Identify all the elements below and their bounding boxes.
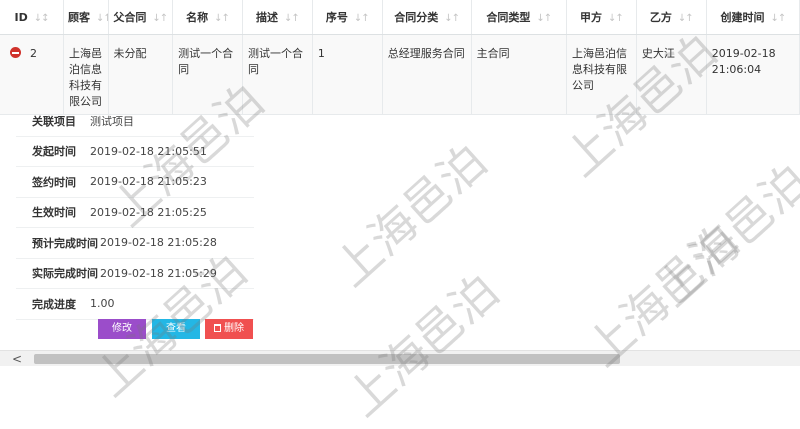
sort-icon[interactable]: ↓↑: [608, 13, 624, 24]
detail-row-initiated: 发起时间 2019-02-18 21:05:51: [16, 137, 254, 167]
detail-row-planned-finish: 预计完成时间 2019-02-18 21:05:28: [16, 228, 254, 259]
view-button[interactable]: 查看: [152, 319, 200, 339]
sort-icon[interactable]: ↓↑: [214, 13, 230, 24]
detail-value: 2019-02-18 21:05:25: [90, 205, 207, 219]
detail-row-progress: 完成进度 1.00: [16, 289, 254, 320]
column-header-description[interactable]: 描述 ↓↑: [242, 0, 313, 35]
delete-button[interactable]: 删除: [205, 319, 253, 339]
watermark: 上海邑泊: [336, 263, 509, 427]
edit-button[interactable]: 修改: [98, 319, 146, 339]
detail-value: 2019-02-18 21:05:28: [100, 236, 217, 250]
cell-party-b: 史大江: [636, 34, 707, 115]
detail-value: 2019-02-18 21:05:51: [90, 144, 207, 158]
detail-row-actual-finish: 实际完成时间 2019-02-18 21:05:29: [16, 259, 254, 289]
detail-row-signed: 签约时间 2019-02-18 21:05:23: [16, 167, 254, 198]
cell-category: 总经理服务合同: [382, 34, 472, 115]
row-detail-panel: 关联项目 测试项目 发起时间 2019-02-18 21:05:51 签约时间 …: [16, 106, 254, 320]
sort-icon[interactable]: ↓↕: [34, 13, 50, 24]
detail-label: 生效时间: [32, 206, 76, 220]
detail-row-effective: 生效时间 2019-02-18 21:05:25: [16, 198, 254, 228]
column-header-name[interactable]: 名称 ↓↑: [172, 0, 243, 35]
column-header-created-at[interactable]: 创建时间 ↓↑: [706, 0, 800, 35]
detail-label: 完成进度: [32, 297, 76, 311]
column-header-sequence[interactable]: 序号 ↓↑: [312, 0, 383, 35]
horizontal-scrollbar[interactable]: <: [0, 350, 800, 366]
cell-party-a: 上海邑泊信息科技有限公司: [566, 34, 637, 115]
cell-created-at: 2019-02-18 21:06:04: [706, 34, 800, 115]
scrollbar-thumb[interactable]: [34, 354, 620, 364]
detail-value: 1.00: [90, 297, 115, 311]
sort-icon[interactable]: ↓↑: [284, 13, 300, 24]
column-header-party-b[interactable]: 乙方 ↓↑: [636, 0, 707, 35]
watermark: 上海邑泊: [324, 133, 497, 297]
detail-value: 2019-02-18 21:05:23: [90, 175, 207, 189]
cell-id: 2: [0, 34, 65, 115]
contract-table: ID↓↕ 顾客↓↑ 父合同↓↑ 名称↓↑ 描述↓↑ 序号↓↑ 合同分类↓↑ 合同…: [0, 0, 800, 115]
detail-value: 2019-02-18 21:05:29: [100, 266, 217, 280]
column-header-party-a[interactable]: 甲方 ↓↑: [566, 0, 637, 35]
table-row[interactable]: 2 上海邑泊信息科技有限公司 未分配 测试一个合同 测试一个合同 1 总经理服务…: [0, 34, 800, 115]
sort-icon[interactable]: ↓↑: [152, 13, 168, 24]
collapse-row-icon[interactable]: [10, 47, 21, 58]
sort-icon[interactable]: ↓↑: [96, 13, 107, 24]
detail-label: 预计完成时间: [32, 236, 98, 250]
detail-value: 测试项目: [90, 114, 134, 128]
detail-label: 关联项目: [32, 114, 76, 128]
column-header-id[interactable]: ID ↓↕: [0, 0, 65, 35]
column-header-type[interactable]: 合同类型 ↓↑: [471, 0, 567, 35]
column-header-parent-contract[interactable]: 父合同 ↓↑: [108, 0, 174, 35]
trash-icon: [214, 324, 221, 332]
cell-type: 主合同: [471, 34, 567, 115]
table-header-row: ID↓↕ 顾客↓↑ 父合同↓↑ 名称↓↑ 描述↓↑ 序号↓↑ 合同分类↓↑ 合同…: [0, 0, 800, 35]
cell-customer: 上海邑泊信息科技有限公司: [63, 34, 109, 115]
sort-icon[interactable]: ↓↑: [354, 13, 370, 24]
column-header-customer[interactable]: 顾客↓↑: [63, 0, 109, 35]
detail-label: 发起时间: [32, 145, 76, 159]
detail-row-project: 关联项目 测试项目: [16, 106, 254, 137]
cell-sequence: 1: [312, 34, 383, 115]
cell-name: 测试一个合同: [172, 34, 243, 115]
detail-label: 签约时间: [32, 175, 76, 189]
sort-icon[interactable]: ↓↑: [678, 13, 694, 24]
cell-description: 测试一个合同: [242, 34, 313, 115]
scroll-left-icon[interactable]: <: [12, 352, 22, 366]
sort-icon[interactable]: ↓↑: [770, 13, 786, 24]
column-header-category[interactable]: 合同分类 ↓↑: [382, 0, 472, 35]
watermark: 上海邑泊: [646, 153, 800, 317]
sort-icon[interactable]: ↓↑: [536, 13, 552, 24]
detail-label: 实际完成时间: [32, 267, 98, 281]
cell-parent-contract: 未分配: [108, 34, 174, 115]
sort-icon[interactable]: ↓↑: [444, 13, 460, 24]
